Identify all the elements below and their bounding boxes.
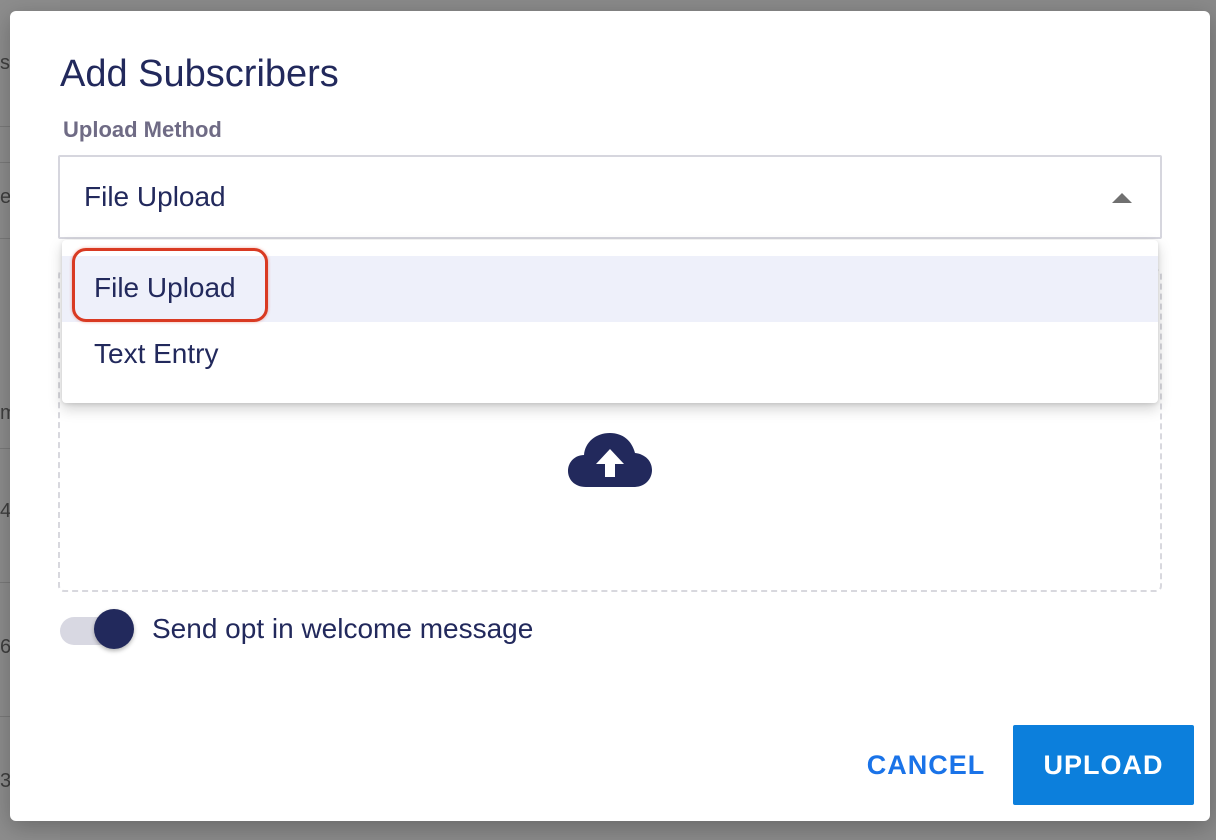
- toggle-knob: [94, 609, 134, 649]
- highlight-annotation: [72, 248, 268, 322]
- upload-button[interactable]: UPLOAD: [1013, 725, 1194, 805]
- dialog-title: Add Subscribers: [60, 53, 339, 95]
- menu-item-text-entry[interactable]: Text Entry: [62, 322, 1158, 388]
- upload-method-dropdown-menu: File Upload Text Entry: [62, 240, 1158, 403]
- menu-item-file-upload[interactable]: File Upload: [62, 248, 1158, 322]
- add-subscribers-dialog: Add Subscribers Upload Method File Uploa…: [10, 11, 1210, 821]
- opt-in-toggle[interactable]: [60, 609, 136, 653]
- opt-in-toggle-label: Send opt in welcome message: [152, 613, 534, 644]
- cloud-upload-icon: [568, 433, 652, 487]
- caret-up-icon: [1112, 193, 1132, 203]
- upload-method-label: Upload Method: [63, 117, 222, 142]
- upload-method-value: File Upload: [84, 181, 226, 212]
- cancel-button[interactable]: CANCEL: [856, 738, 996, 792]
- menu-item-label: Text Entry: [94, 338, 219, 369]
- upload-method-select[interactable]: File Upload: [58, 155, 1162, 239]
